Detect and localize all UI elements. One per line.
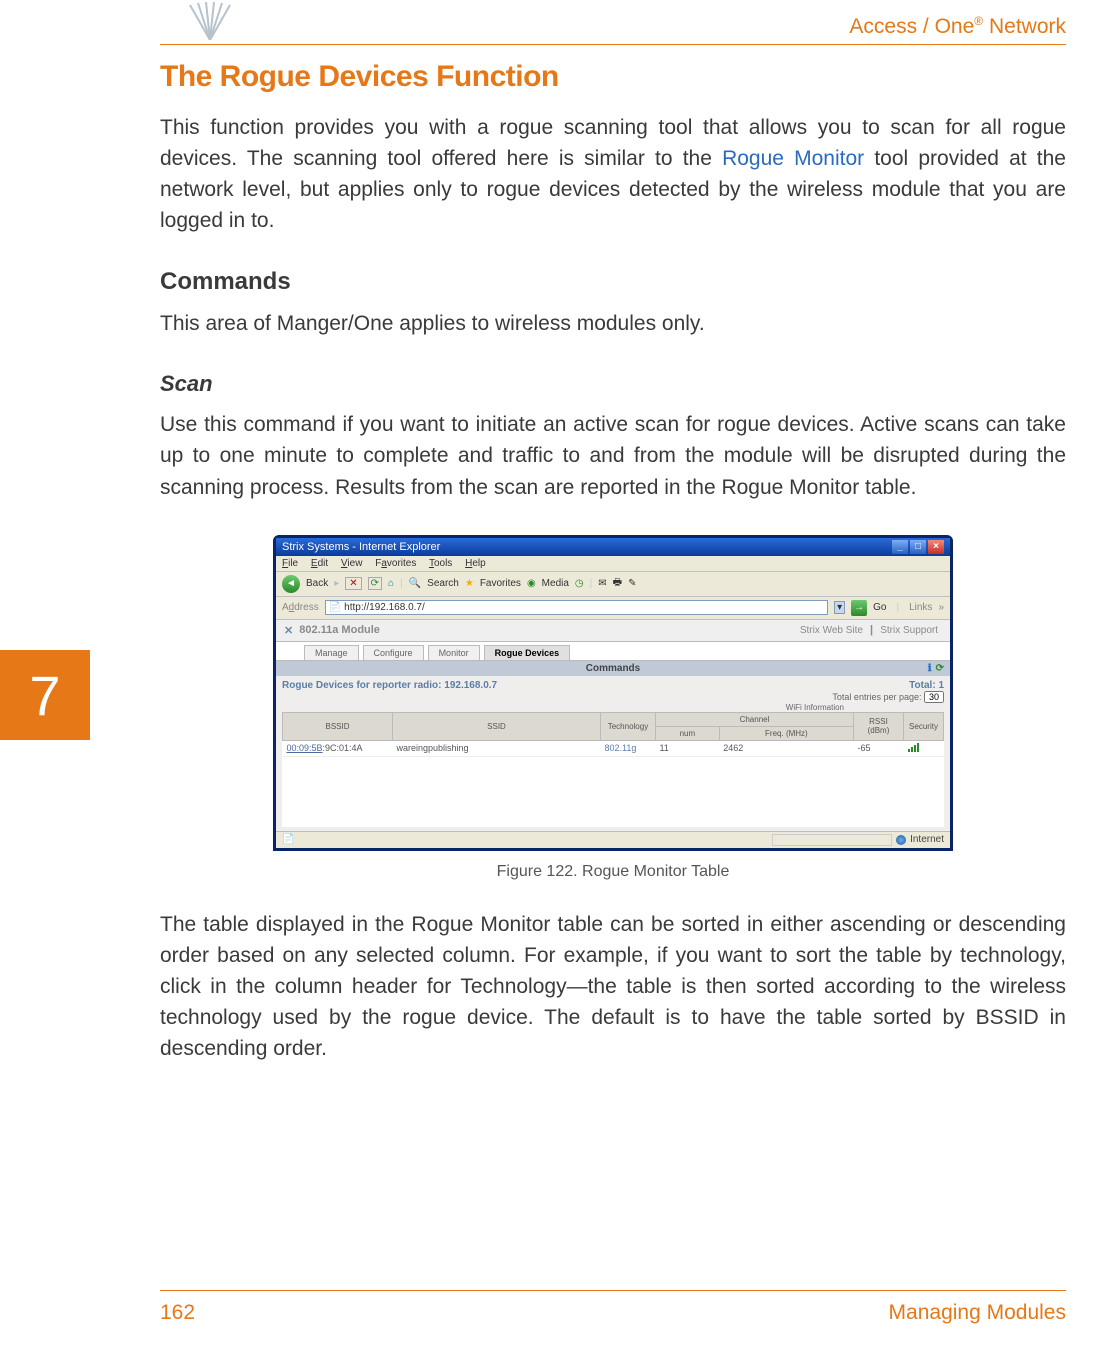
wifi-information-label: WiFi Information bbox=[282, 703, 944, 712]
home-icon[interactable]: ⌂ bbox=[388, 578, 394, 589]
footer-section: Managing Modules bbox=[889, 1301, 1066, 1325]
header-product-name: Access / One® Network bbox=[849, 14, 1066, 39]
internet-zone-icon bbox=[896, 835, 906, 845]
col-technology[interactable]: Technology bbox=[600, 712, 655, 740]
figure-caption: Figure 122. Rogue Monitor Table bbox=[160, 863, 1066, 881]
chapter-tab: 7 bbox=[0, 650, 90, 740]
rogue-devices-panel-title: Rogue Devices for reporter radio: 192.16… bbox=[282, 680, 497, 691]
module-name: 802.11a Module bbox=[299, 624, 380, 636]
window-close-button[interactable]: × bbox=[928, 540, 944, 554]
refresh-icon[interactable]: ⟳ bbox=[368, 577, 382, 590]
history-icon[interactable]: ◷ bbox=[575, 578, 584, 589]
media-label[interactable]: Media bbox=[542, 578, 569, 589]
window-titlebar: Strix Systems - Internet Explorer _ □ × bbox=[276, 538, 950, 556]
go-button-label[interactable]: Go bbox=[873, 602, 886, 613]
internet-zone-label: Internet bbox=[910, 834, 944, 845]
tab-configure[interactable]: Configure bbox=[363, 645, 424, 660]
window-minimize-button[interactable]: _ bbox=[892, 540, 908, 554]
table-row: 00:09:5B:9C:01:4A wareingpublishing 802.… bbox=[283, 740, 944, 756]
scan-paragraph: Use this command if you want to initiate… bbox=[160, 409, 1066, 502]
search-icon[interactable]: 🔍 bbox=[409, 578, 421, 589]
favorites-icon[interactable]: ★ bbox=[465, 578, 474, 589]
entries-per-page-input[interactable] bbox=[924, 691, 944, 703]
scan-heading: Scan bbox=[160, 371, 1066, 397]
header-rule bbox=[160, 44, 1066, 45]
cell-channel-num: 11 bbox=[655, 740, 719, 756]
tab-manage[interactable]: Manage bbox=[304, 645, 359, 660]
col-ssid[interactable]: SSID bbox=[393, 712, 601, 740]
bssid-link[interactable]: 00:09:5B bbox=[287, 743, 323, 753]
page-title: The Rogue Devices Function bbox=[160, 60, 1066, 94]
address-bar: Address 📄 http://192.168.0.7/ ▾ → Go | L… bbox=[276, 597, 950, 620]
status-done-icon: 📄 bbox=[282, 834, 294, 845]
brand-logo-icon bbox=[180, 0, 240, 40]
links-chevron-icon[interactable]: » bbox=[938, 602, 944, 613]
col-bssid[interactable]: BSSID bbox=[283, 712, 393, 740]
edit-icon[interactable]: ✎ bbox=[628, 578, 636, 589]
col-rssi[interactable]: RSSI (dBm) bbox=[854, 712, 904, 740]
commands-subbar: Commands ℹ ⟳ bbox=[276, 661, 950, 676]
browser-status-bar: 📄 Internet bbox=[276, 831, 950, 848]
back-button-icon[interactable]: ◄ bbox=[282, 575, 300, 593]
browser-toolbar: ◄ Back ▸ ✕ ⟳ ⌂ | 🔍Search ★Favorites ◉Med… bbox=[276, 572, 950, 597]
stop-icon[interactable]: ✕ bbox=[345, 577, 361, 590]
col-channel-num[interactable]: num bbox=[655, 726, 719, 740]
commands-info-icon[interactable]: ℹ bbox=[928, 663, 932, 674]
go-button-icon[interactable]: → bbox=[851, 600, 867, 616]
links-label[interactable]: Links bbox=[909, 602, 932, 613]
window-maximize-button[interactable]: □ bbox=[910, 540, 926, 554]
menu-bar: File Edit View Favorites Tools Help bbox=[276, 556, 950, 572]
strix-web-site-link[interactable]: Strix Web Site bbox=[800, 625, 863, 636]
media-icon[interactable]: ◉ bbox=[527, 578, 536, 589]
tab-rogue-devices[interactable]: Rogue Devices bbox=[484, 645, 571, 660]
table-empty-area bbox=[282, 757, 944, 827]
signal-bars-icon bbox=[908, 743, 919, 752]
cell-channel-freq: 2462 bbox=[719, 740, 853, 756]
back-button-label[interactable]: Back bbox=[306, 578, 328, 589]
rogue-monitor-link[interactable]: Rogue Monitor bbox=[722, 147, 864, 170]
cell-ssid: wareingpublishing bbox=[393, 740, 601, 756]
cell-technology: 802.11g bbox=[600, 740, 655, 756]
menu-edit[interactable]: Edit bbox=[311, 558, 328, 569]
col-channel-freq[interactable]: Freq. (MHz) bbox=[719, 726, 853, 740]
address-label: Address bbox=[282, 602, 319, 613]
cell-security bbox=[904, 740, 944, 756]
forward-button-icon[interactable]: ▸ bbox=[334, 578, 339, 589]
commands-heading: Commands bbox=[160, 268, 1066, 296]
tab-monitor[interactable]: Monitor bbox=[428, 645, 480, 660]
page-number: 162 bbox=[160, 1301, 195, 1325]
commands-paragraph: This area of Manger/One applies to wirel… bbox=[160, 308, 1066, 339]
col-channel[interactable]: Channel bbox=[655, 712, 853, 726]
commands-refresh-icon[interactable]: ⟳ bbox=[936, 663, 944, 674]
entries-per-page-label: Total entries per page: bbox=[832, 692, 921, 702]
figure-screenshot: Strix Systems - Internet Explorer _ □ × … bbox=[273, 535, 953, 851]
search-label[interactable]: Search bbox=[427, 578, 459, 589]
favorites-label[interactable]: Favorites bbox=[480, 578, 521, 589]
menu-tools[interactable]: Tools bbox=[429, 558, 452, 569]
address-input[interactable]: 📄 http://192.168.0.7/ bbox=[325, 600, 828, 615]
menu-favorites[interactable]: Favorites bbox=[375, 558, 416, 569]
col-security[interactable]: Security bbox=[904, 712, 944, 740]
footer-rule bbox=[160, 1290, 1066, 1291]
print-icon[interactable]: 🖶 bbox=[613, 575, 622, 592]
page-icon: 📄 bbox=[329, 602, 341, 613]
address-dropdown-icon[interactable]: ▾ bbox=[834, 601, 845, 614]
window-title: Strix Systems - Internet Explorer bbox=[282, 541, 440, 553]
mail-icon[interactable]: ✉ bbox=[598, 578, 606, 589]
intro-paragraph: This function provides you with a rogue … bbox=[160, 112, 1066, 236]
strix-support-link[interactable]: Strix Support bbox=[880, 625, 938, 636]
rogue-monitor-table: BSSID SSID Technology Channel RSSI (dBm)… bbox=[282, 712, 944, 757]
rogue-devices-total: Total: 1 bbox=[909, 680, 944, 691]
module-logo-icon: ✕ bbox=[284, 624, 293, 637]
menu-help[interactable]: Help bbox=[465, 558, 486, 569]
menu-file[interactable]: File bbox=[282, 558, 298, 569]
cell-rssi: -65 bbox=[854, 740, 904, 756]
menu-view[interactable]: View bbox=[341, 558, 363, 569]
post-figure-paragraph: The table displayed in the Rogue Monitor… bbox=[160, 909, 1066, 1064]
